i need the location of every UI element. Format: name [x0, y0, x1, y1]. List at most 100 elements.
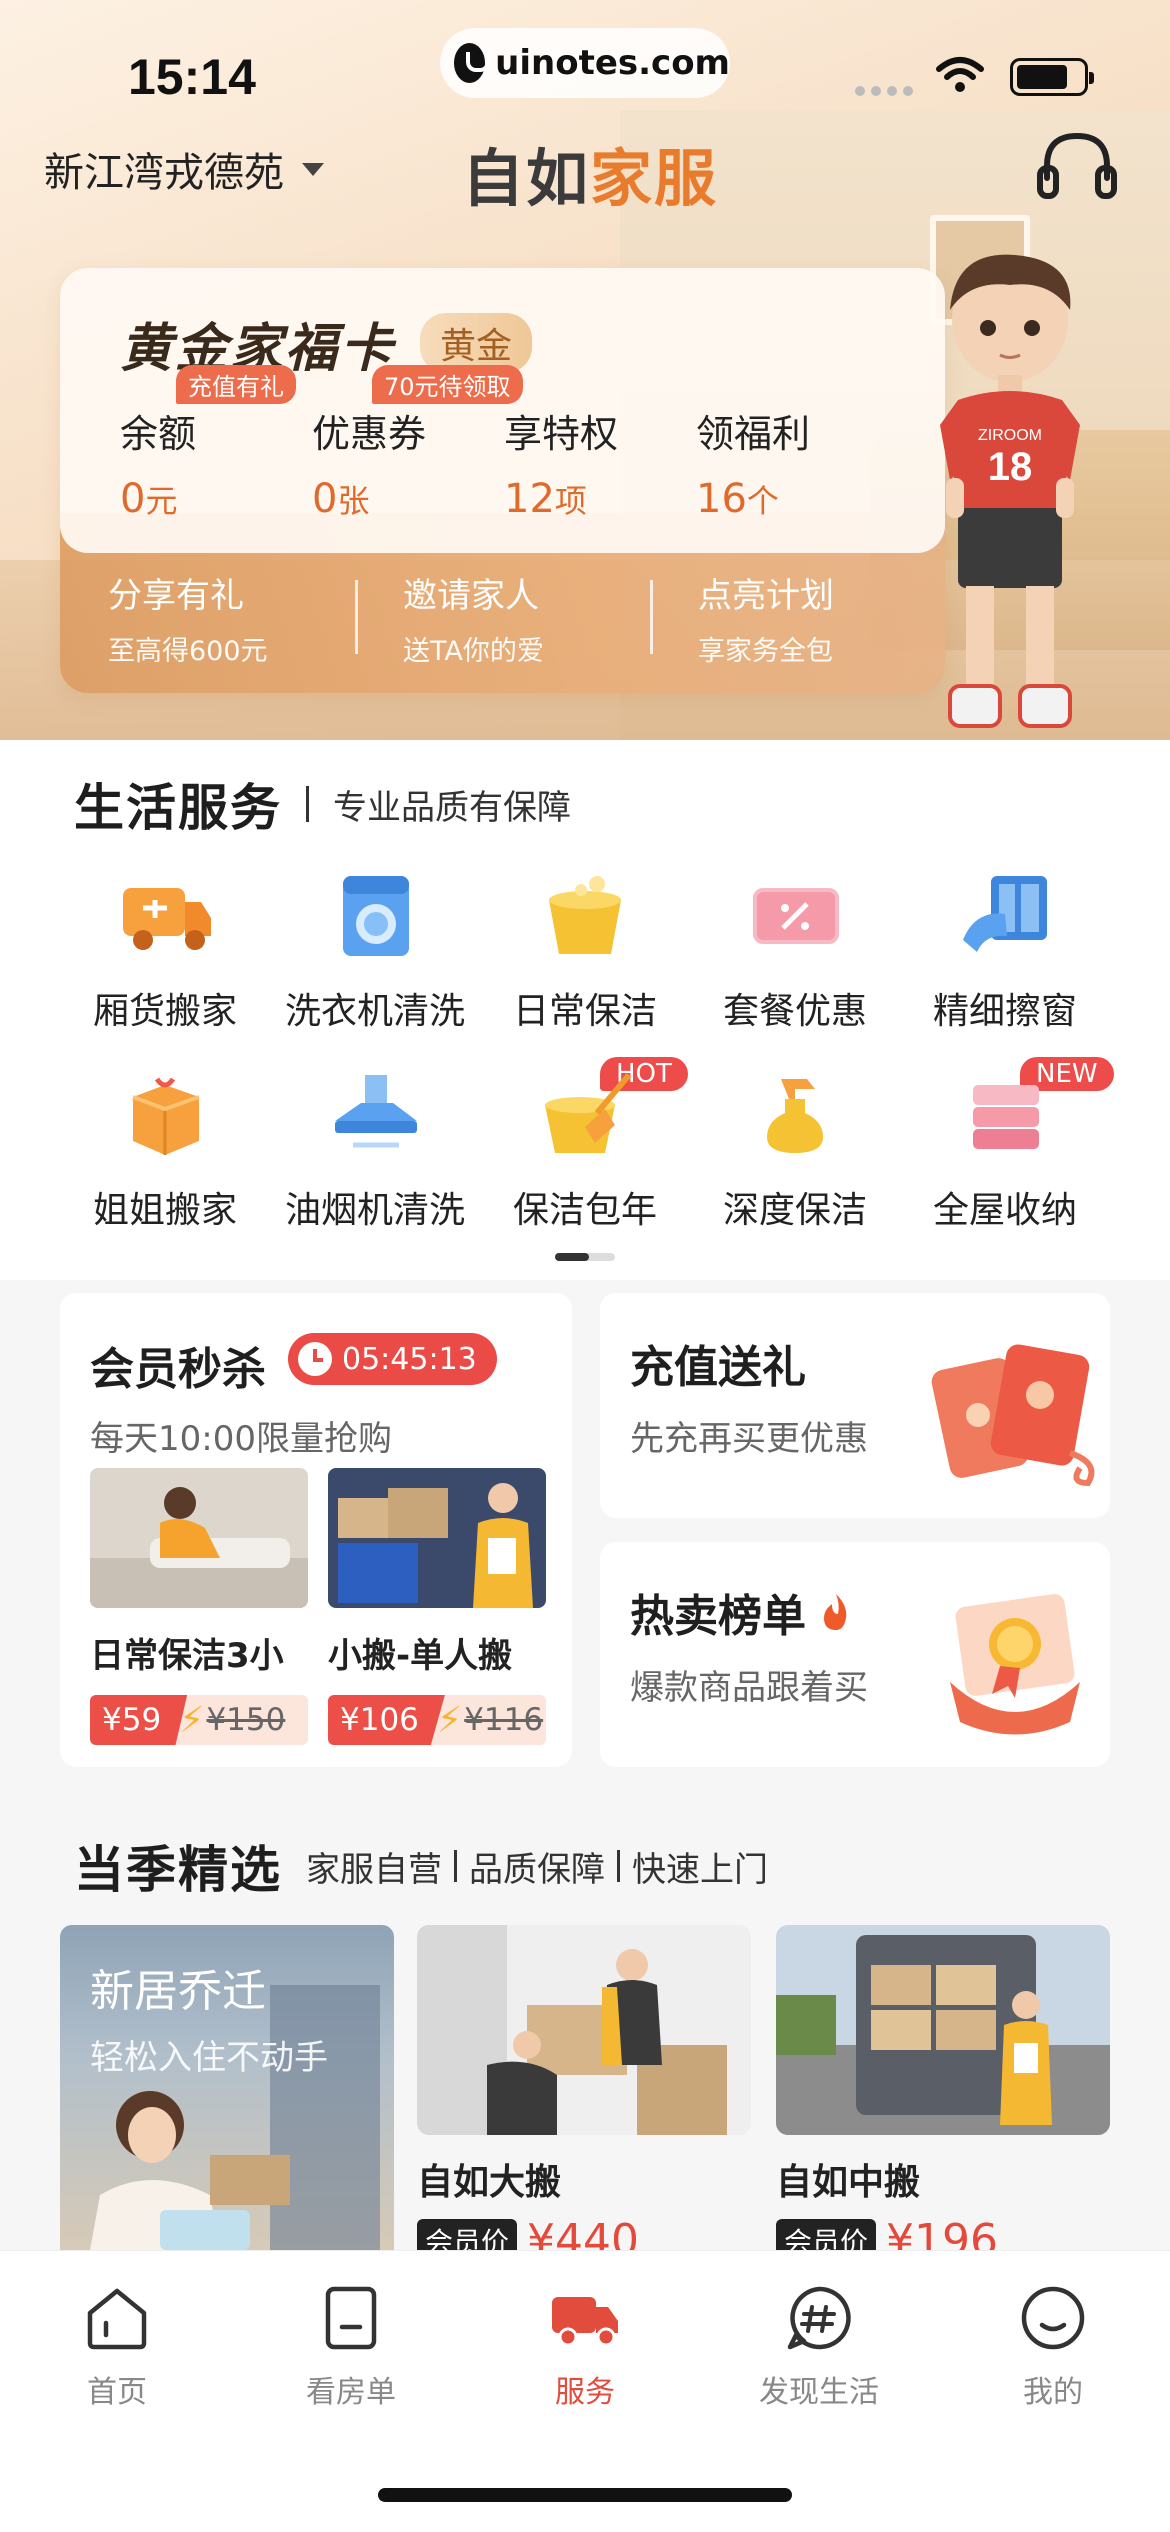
stat-value: 16个 [696, 476, 779, 522]
stat-value: 0元 [120, 476, 178, 522]
stat-privileges[interactable]: 享特权 12项 [504, 403, 696, 522]
deal-image [328, 1468, 546, 1608]
service-item-truck-moving[interactable]: 厢货搬家 [60, 870, 270, 1034]
membership-tier-badge: 黄金 [420, 313, 533, 373]
service-item-annual-cleaning[interactable]: HOT 保洁包年 [480, 1057, 690, 1233]
cellular-signal-icon [855, 86, 913, 96]
perk-subtitle: 享家务全包 [698, 636, 833, 667]
tab-home[interactable]: 首页 [37, 2283, 197, 2411]
deal-image [90, 1468, 308, 1608]
stat-label: 领福利 [696, 412, 811, 456]
url-pill[interactable]: uinotes.com [440, 28, 730, 98]
tab-label: 服务 [555, 2375, 615, 2410]
tab-label: 发现生活 [759, 2375, 879, 2410]
brand-part2: 家服 [590, 142, 719, 215]
location-selector[interactable]: 新江湾戎德苑 [44, 140, 324, 198]
window-icon [963, 876, 1047, 952]
jersey-number: 18 [988, 445, 1033, 489]
service-label: 全屋收纳 [932, 1190, 1077, 1231]
product-card[interactable]: 自如大搬 会员价 ¥440 [417, 1925, 751, 2266]
smile-icon [1021, 2286, 1085, 2350]
stat-badge: 70元待领取 [372, 365, 523, 404]
deal-item[interactable]: 小搬-单人搬 ¥106 ⚡ ¥116 [328, 1468, 546, 1745]
countdown-timer: 05:45:13 [288, 1333, 497, 1385]
stat-label: 享特权 [504, 412, 619, 456]
tab-viewing-list[interactable]: 看房单 [271, 2283, 431, 2411]
washing-machine-icon [343, 876, 409, 956]
service-item-washer[interactable]: 洗衣机清洗 [270, 870, 480, 1034]
service-item-daily-cleaning[interactable]: 日常保洁 [480, 870, 690, 1034]
document-icon [325, 2286, 377, 2350]
service-label: 洗衣机清洗 [284, 991, 465, 1032]
recharge-card[interactable]: 充值送礼 先充再买更优惠 [600, 1293, 1110, 1518]
perk-title: 邀请家人 [403, 576, 539, 616]
home-indicator [378, 2488, 792, 2502]
stat-value: 0张 [312, 476, 370, 522]
membership-stats: 充值有礼 余额 0元 70元待领取 优惠券 0张 享特权 12项 领福利 16个 [120, 365, 888, 522]
tab-label: 首页 [87, 2375, 147, 2410]
red-envelope-icon [931, 1344, 1095, 1487]
section-title: 生活服务 [74, 779, 282, 837]
hot-list-card[interactable]: 热卖榜单 爆款商品跟着买 [600, 1542, 1110, 1767]
section-subtitle: 专业品质有保障 [333, 787, 571, 828]
trophy-medal-icon [950, 1594, 1080, 1735]
perk-light-up[interactable]: 点亮计划 享家务全包 [650, 568, 945, 668]
ticket-icon [753, 888, 839, 944]
flash-sale-title: 会员秒杀 [90, 1344, 266, 1395]
fire-icon [824, 1594, 847, 1630]
truck-icon [123, 888, 211, 950]
hashtag-chat-icon [787, 2286, 851, 2350]
stat-benefits[interactable]: 领福利 16个 [696, 403, 888, 522]
product-image [417, 1925, 751, 2135]
service-item-storage[interactable]: NEW 全屋收纳 [900, 1057, 1114, 1233]
chevron-down-icon [302, 162, 324, 176]
service-item-deep-cleaning[interactable]: 深度保洁 [690, 1069, 900, 1233]
deal-current-price: ¥59 [90, 1695, 188, 1745]
membership-card[interactable]: 黄金家福卡 黄金 充值有礼 余额 0元 70元待领取 优惠券 0张 享特权 12… [60, 268, 945, 693]
carousel-page-indicator [555, 1253, 615, 1261]
stat-coupons[interactable]: 70元待领取 优惠券 0张 [312, 365, 523, 522]
banner-title: 新居乔迁 [90, 1966, 266, 2017]
moving-banner[interactable]: 新居乔迁 轻松入住不动手 [60, 1925, 394, 2250]
product-card[interactable]: 自如中搬 会员价 ¥196 [776, 1925, 1110, 2266]
service-grid: 厢货搬家 洗衣机清洗 日常保洁 套餐优惠 精细擦窗 姐姐搬家 油烟机清洗 HOT [60, 870, 1114, 1233]
product-image [776, 1925, 1110, 2135]
customer-service-icon[interactable] [1032, 128, 1122, 208]
service-label: 厢货搬家 [92, 991, 237, 1032]
deal-item[interactable]: 日常保洁3小 ¥59 ⚡ ¥150 [90, 1468, 308, 1745]
perk-share[interactable]: 分享有礼 至高得600元 [60, 568, 355, 668]
status-time: 15:14 [128, 49, 256, 105]
truck-filled-icon [552, 2297, 618, 2347]
service-label: 保洁包年 [512, 1190, 657, 1231]
deal-old-price: ¥116 [464, 1702, 544, 1738]
perk-subtitle: 送TA你的爱 [403, 636, 544, 667]
perk-invite[interactable]: 邀请家人 送TA你的爱 [355, 568, 650, 668]
service-item-sister-moving[interactable]: 姐姐搬家 [60, 1069, 270, 1233]
deal-name: 日常保洁3小 [90, 1636, 284, 1676]
service-label: 精细擦窗 [932, 991, 1077, 1032]
deal-old-price: ¥150 [206, 1702, 286, 1738]
life-services-section: 生活服务 专业品质有保障 厢货搬家 洗衣机清洗 日常保洁 套餐优惠 精细擦窗 姐… [0, 740, 1170, 1280]
service-item-window-cleaning[interactable]: 精细擦窗 [900, 870, 1110, 1034]
tab-profile[interactable]: 我的 [973, 2283, 1133, 2411]
tab-label: 我的 [1023, 2375, 1083, 2410]
perk-title: 分享有礼 [108, 576, 244, 616]
banner-subtitle: 轻松入住不动手 [90, 2038, 328, 2078]
url-text: uinotes.com [495, 43, 730, 83]
seasonal-header: 当季精选 家服自营 品质保障 快速上门 [74, 1830, 768, 1902]
cleaning-bucket-icon [545, 1073, 632, 1153]
tab-label: 看房单 [306, 2375, 396, 2410]
tab-discover[interactable]: 发现生活 [739, 2283, 899, 2411]
flash-sale-subtitle: 每天10:00限量抢购 [90, 1419, 392, 1459]
service-item-range-hood[interactable]: 油烟机清洗 [270, 1069, 480, 1233]
recharge-subtitle: 先充再买更优惠 [630, 1419, 868, 1459]
service-label: 油烟机清洗 [284, 1190, 465, 1231]
service-item-packages[interactable]: 套餐优惠 [690, 870, 900, 1034]
stat-balance[interactable]: 充值有礼 余额 0元 [120, 365, 312, 522]
storage-icon [973, 1085, 1039, 1149]
tab-services[interactable]: 服务 [505, 2283, 665, 2411]
section-title: 当季精选 [74, 1841, 282, 1899]
perk-title: 点亮计划 [698, 576, 834, 616]
flash-sale-card[interactable]: 会员秒杀 05:45:13 每天10:00限量抢购 日常保洁3小 ¥59 ⚡ ¥… [60, 1293, 572, 1767]
home-icon [87, 2288, 147, 2350]
